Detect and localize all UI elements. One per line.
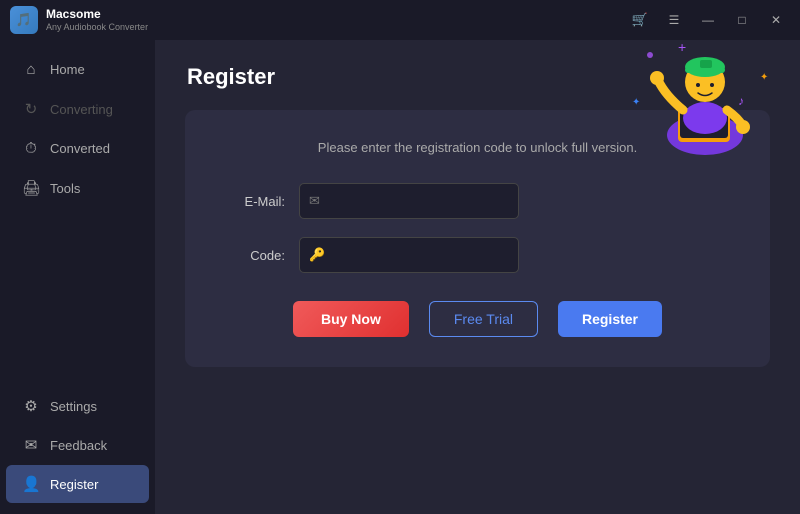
minimize-icon: — <box>702 13 714 27</box>
converted-icon: ⏱ <box>22 140 40 157</box>
cart-button[interactable]: 🛒 <box>626 9 654 31</box>
sidebar-item-home[interactable]: ⌂ Home <box>6 51 149 88</box>
sidebar-item-settings-label: Settings <box>50 399 97 414</box>
maximize-button[interactable]: □ <box>728 9 756 31</box>
app-icon: 🎵 <box>10 6 38 34</box>
register-header: Register + ✦ ✦ ♪ <box>155 40 800 90</box>
title-bar: 🎵 Macsome Any Audiobook Converter 🛒 ☰ — … <box>0 0 800 40</box>
app-title: Macsome <box>46 7 148 21</box>
page-title: Register <box>187 64 275 90</box>
code-input[interactable] <box>299 237 519 273</box>
content-area: Register + ✦ ✦ ♪ <box>155 40 800 514</box>
code-label: Code: <box>225 248 285 263</box>
svg-text:♪: ♪ <box>738 94 744 108</box>
svg-text:+: + <box>678 40 686 55</box>
sidebar-item-tools[interactable]: 🖨 Tools <box>6 169 149 207</box>
cart-icon: 🛒 <box>632 12 648 28</box>
app-subtitle: Any Audiobook Converter <box>46 22 148 33</box>
sidebar-item-register[interactable]: 👤 Register <box>6 465 149 503</box>
sidebar: ⌂ Home ↻ Converting ⏱ Converted 🖨 Tools … <box>0 40 155 514</box>
sidebar-item-feedback[interactable]: ✉ Feedback <box>6 426 149 464</box>
email-row: E-Mail: ✉ <box>225 183 730 219</box>
home-icon: ⌂ <box>22 61 40 78</box>
sidebar-item-feedback-label: Feedback <box>50 438 107 453</box>
minimize-button[interactable]: — <box>694 9 722 31</box>
sidebar-item-tools-label: Tools <box>50 181 80 196</box>
register-icon: 👤 <box>22 475 40 493</box>
close-button[interactable]: ✕ <box>762 9 790 31</box>
maximize-icon: □ <box>738 13 745 27</box>
main-layout: ⌂ Home ↻ Converting ⏱ Converted 🖨 Tools … <box>0 40 800 514</box>
menu-icon: ☰ <box>669 13 680 27</box>
svg-text:✦: ✦ <box>632 97 640 108</box>
app-icon-symbol: 🎵 <box>16 12 32 28</box>
sidebar-item-home-label: Home <box>50 62 85 77</box>
window-controls: 🛒 ☰ — □ ✕ <box>626 9 790 31</box>
sidebar-item-settings[interactable]: ⚙ Settings <box>6 387 149 425</box>
form-actions: Buy Now Free Trial Register <box>225 301 730 337</box>
app-branding: 🎵 Macsome Any Audiobook Converter <box>10 6 148 34</box>
tools-icon: 🖨 <box>22 179 40 197</box>
sidebar-bottom: ⚙ Settings ✉ Feedback 👤 Register <box>0 386 155 504</box>
code-row: Code: 🔑 <box>225 237 730 273</box>
register-illustration: + ✦ ✦ ♪ <box>620 40 780 160</box>
feedback-icon: ✉ <box>22 436 40 454</box>
code-input-wrapper: 🔑 <box>299 237 730 273</box>
register-button[interactable]: Register <box>558 301 662 337</box>
sidebar-item-converting-label: Converting <box>50 102 113 117</box>
app-name-block: Macsome Any Audiobook Converter <box>46 7 148 32</box>
email-label: E-Mail: <box>225 194 285 209</box>
sidebar-item-register-label: Register <box>50 477 98 492</box>
sidebar-item-converting: ↻ Converting <box>6 90 149 128</box>
free-trial-button[interactable]: Free Trial <box>429 301 538 337</box>
close-icon: ✕ <box>771 13 781 27</box>
svg-text:✦: ✦ <box>760 72 768 83</box>
buy-now-button[interactable]: Buy Now <box>293 301 409 337</box>
sidebar-item-converted[interactable]: ⏱ Converted <box>6 130 149 167</box>
email-input-wrapper: ✉ <box>299 183 730 219</box>
menu-button[interactable]: ☰ <box>660 9 688 31</box>
email-input[interactable] <box>299 183 519 219</box>
converting-icon: ↻ <box>22 100 40 118</box>
settings-icon: ⚙ <box>22 397 40 415</box>
sidebar-item-converted-label: Converted <box>50 141 110 156</box>
